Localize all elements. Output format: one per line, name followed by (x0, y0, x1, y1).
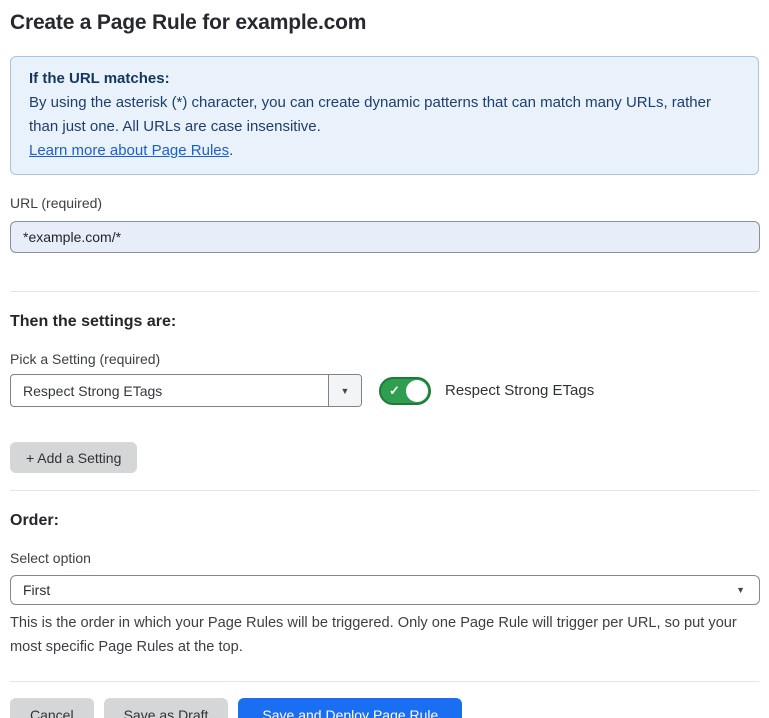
pick-setting-label: Pick a Setting (required) (10, 351, 759, 367)
chevron-down-icon: ▼ (736, 585, 745, 595)
setting-dropdown-value: Respect Strong ETags (11, 375, 328, 406)
url-match-info-box: If the URL matches: By using the asteris… (10, 56, 759, 175)
info-box-heading: If the URL matches: (29, 67, 740, 91)
etag-toggle-group: ✓ Respect Strong ETags (379, 377, 594, 405)
chevron-down-icon: ▼ (341, 386, 350, 396)
check-icon: ✓ (389, 384, 400, 397)
order-help-text: This is the order in which your Page Rul… (10, 611, 752, 659)
setting-dropdown[interactable]: Respect Strong ETags ▼ (10, 374, 362, 407)
page-rule-form: Create a Page Rule for example.com If th… (0, 0, 769, 718)
save-as-draft-button[interactable]: Save as Draft (104, 698, 229, 718)
divider (10, 490, 759, 491)
settings-section-heading: Then the settings are: (10, 313, 759, 331)
add-setting-button[interactable]: + Add a Setting (10, 442, 137, 473)
link-suffix: . (229, 142, 233, 159)
info-box-link-line: Learn more about Page Rules. (29, 139, 740, 163)
divider (10, 681, 759, 682)
divider (10, 291, 759, 292)
setting-row: Respect Strong ETags ▼ ✓ Respect Strong … (10, 374, 759, 407)
info-box-body: By using the asterisk (*) character, you… (29, 91, 740, 139)
page-title: Create a Page Rule for example.com (10, 0, 759, 35)
etag-toggle[interactable]: ✓ (379, 377, 431, 405)
order-select-value: First (23, 582, 736, 598)
order-select[interactable]: First ▼ (10, 575, 760, 605)
save-and-deploy-button[interactable]: Save and Deploy Page Rule (238, 698, 462, 718)
order-section-heading: Order: (10, 512, 759, 530)
cancel-button[interactable]: Cancel (10, 698, 94, 718)
order-select-label: Select option (10, 550, 759, 566)
footer-button-row: Cancel Save as Draft Save and Deploy Pag… (10, 698, 759, 718)
setting-dropdown-button[interactable]: ▼ (328, 375, 361, 406)
url-input[interactable] (10, 221, 760, 253)
etag-toggle-label: Respect Strong ETags (445, 382, 594, 399)
learn-more-link[interactable]: Learn more about Page Rules (29, 142, 229, 159)
toggle-knob (406, 380, 428, 402)
url-field-label: URL (required) (10, 195, 759, 211)
